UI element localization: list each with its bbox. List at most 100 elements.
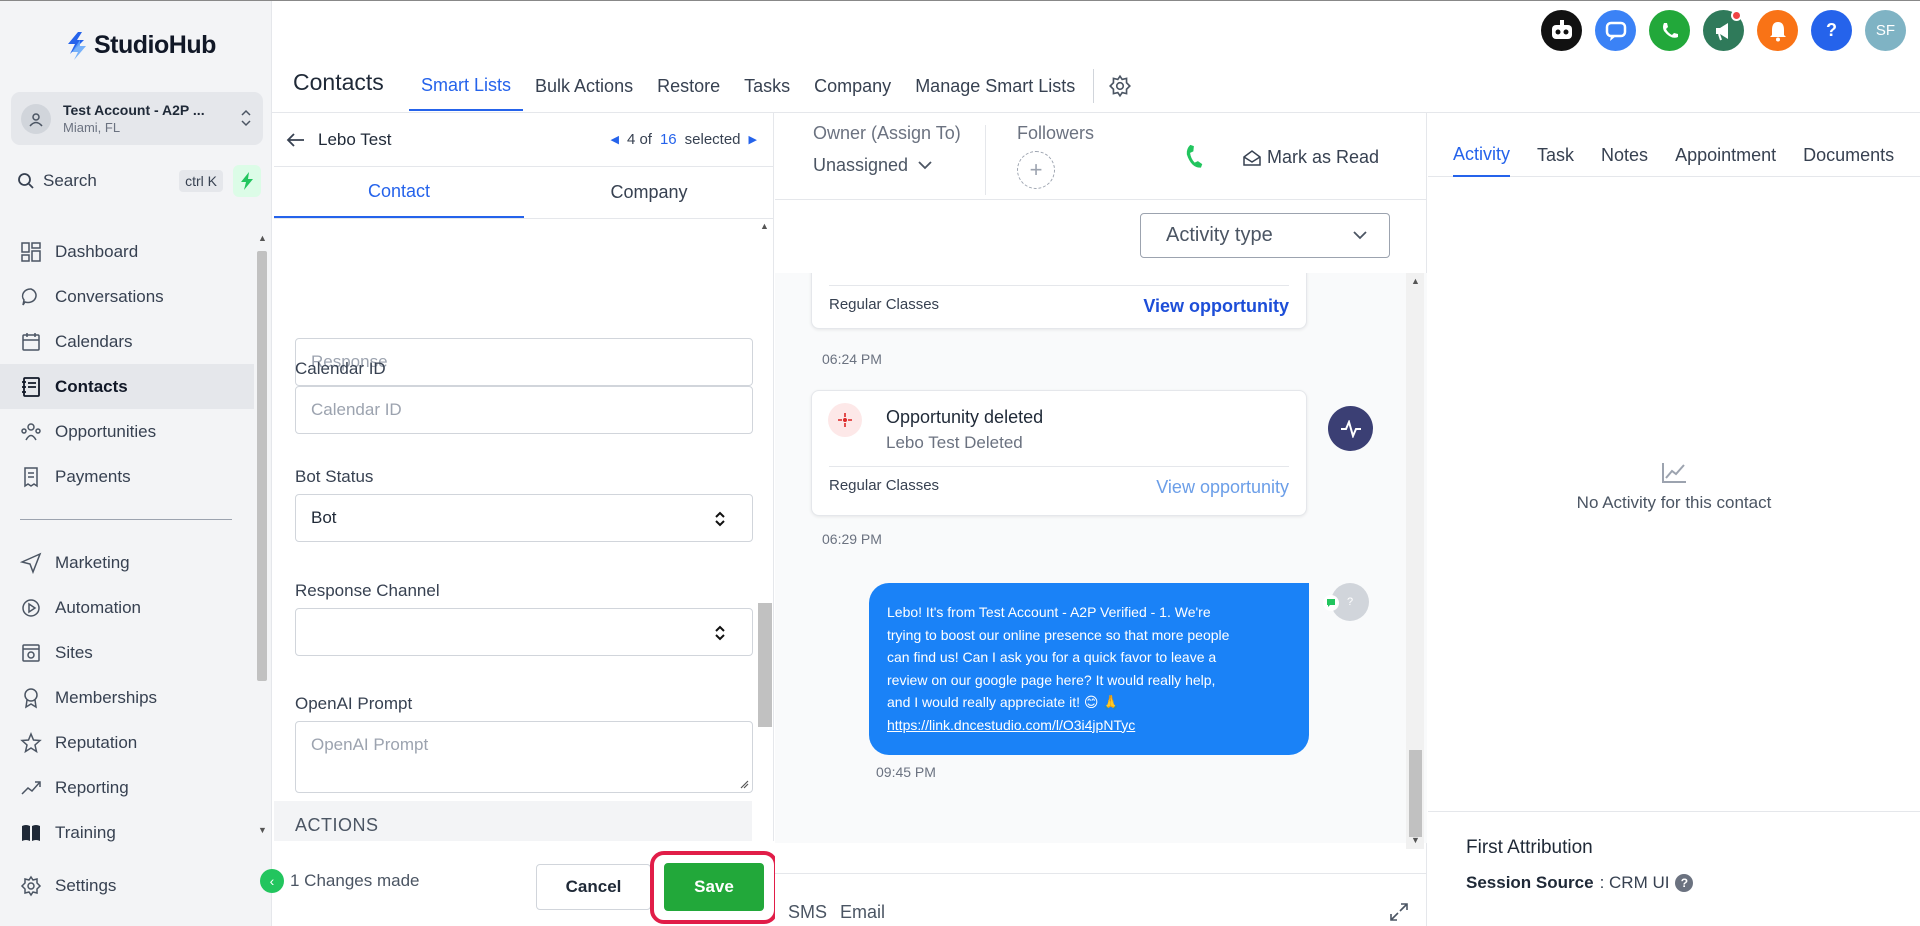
card-title: Opportunity deleted <box>886 407 1044 427</box>
sidebar-item-calendars[interactable]: Calendars <box>0 319 254 364</box>
tab-activity[interactable]: Activity <box>1453 133 1511 177</box>
account-switcher[interactable]: Test Account - A2P ... Miami, FL <box>11 92 263 145</box>
save-button[interactable]: Save <box>664 863 764 911</box>
header-separator <box>985 125 986 195</box>
quick-actions-button[interactable] <box>233 165 261 197</box>
scroll-up-arrow-icon[interactable]: ▲ <box>258 233 267 243</box>
response-channel-select[interactable] <box>295 608 753 656</box>
changes-text: 1 Changes made <box>290 871 420 890</box>
opportunity-card: Regular Classes View opportunity <box>811 273 1307 329</box>
search-button[interactable]: Search ctrl K <box>11 164 229 198</box>
sidebar-item-automation[interactable]: Automation <box>0 585 254 630</box>
pager-next-icon[interactable]: ▶ <box>749 133 757 146</box>
bell-icon[interactable] <box>1757 10 1798 51</box>
tab-appointment[interactable]: Appointment <box>1675 133 1776 177</box>
sidebar-item-label: Dashboard <box>55 241 139 261</box>
form-scrollbar[interactable]: ▲ <box>754 219 774 839</box>
collapse-chevron-icon[interactable]: ‹ <box>260 869 284 893</box>
tab-notes[interactable]: Notes <box>1601 133 1648 177</box>
tab-company[interactable]: Company <box>802 61 903 111</box>
owner-select[interactable]: Unassigned <box>813 155 932 176</box>
owner-label: Owner (Assign To) <box>813 123 961 143</box>
tab-company-details[interactable]: Company <box>524 167 774 218</box>
bot-status-select[interactable]: Bot <box>295 494 753 542</box>
right-tabs: Activity Task Notes Appointment Document… <box>1428 133 1920 177</box>
brand-logo-icon <box>68 31 86 60</box>
session-source-value: : CRM UI <box>1599 873 1670 892</box>
search-label: Search <box>43 171 97 190</box>
sidebar-scrollbar[interactable]: ▲ ▼ <box>254 231 270 841</box>
message-link[interactable]: https://link.dncestudio.com/l/O3i4jpNTyc <box>887 714 1291 737</box>
sidebar-item-dashboard[interactable]: Dashboard <box>0 229 254 274</box>
scroll-down-arrow-icon[interactable]: ▼ <box>1411 835 1420 845</box>
tab-restore[interactable]: Restore <box>645 61 732 111</box>
calendar-id-field[interactable]: Calendar ID <box>295 386 753 434</box>
sidebar-item-sites[interactable]: Sites <box>0 630 254 675</box>
compose-bar: SMS Email <box>775 873 1427 926</box>
sidebar-nav-primary: Dashboard Conversations Calendars Contac… <box>0 229 254 499</box>
activity-type-select[interactable]: Activity type <box>1140 213 1390 258</box>
sidebar-item-conversations[interactable]: Conversations <box>0 274 254 319</box>
card-subtitle: Lebo Test Deleted <box>886 433 1023 452</box>
view-opportunity-link[interactable]: View opportunity <box>1143 296 1289 317</box>
tab-documents[interactable]: Documents <box>1803 133 1894 177</box>
tab-bulk-actions[interactable]: Bulk Actions <box>523 61 645 111</box>
megaphone-icon[interactable] <box>1703 10 1744 51</box>
sidebar-item-label: Training <box>55 822 116 842</box>
pager-prev-icon[interactable]: ◀ <box>610 133 618 146</box>
sidebar-scroll-thumb[interactable] <box>257 251 267 681</box>
sidebar-item-marketing[interactable]: Marketing <box>0 540 254 585</box>
scroll-up-arrow-icon[interactable]: ▲ <box>760 221 769 231</box>
chevron-updown-icon <box>241 109 251 127</box>
phone-icon[interactable] <box>1649 10 1690 51</box>
help-icon[interactable]: ? <box>1675 874 1694 892</box>
mark-as-read-button[interactable]: Mark as Read <box>1243 147 1379 168</box>
feed-scrollbar[interactable]: ▲ ▼ <box>1406 273 1424 849</box>
sidebar: StudioHub Test Account - A2P ... Miami, … <box>0 1 272 926</box>
help-icon[interactable]: ? <box>1811 10 1852 51</box>
brand-logo[interactable]: StudioHub <box>66 31 216 60</box>
scroll-up-arrow-icon[interactable]: ▲ <box>1411 276 1420 286</box>
back-arrow-icon[interactable] <box>286 132 306 148</box>
tab-manage-smart-lists[interactable]: Manage Smart Lists <box>903 61 1087 111</box>
form-scroll-thumb[interactable] <box>758 603 772 727</box>
sidebar-item-training[interactable]: Training <box>0 810 254 855</box>
expand-icon[interactable] <box>1389 902 1409 922</box>
calendar-icon <box>22 332 40 351</box>
user-avatar[interactable]: SF <box>1865 10 1906 51</box>
sidebar-item-settings[interactable]: Settings <box>0 863 254 908</box>
sidebar-item-opportunities[interactable]: Opportunities <box>0 409 254 454</box>
conversation-pane: Owner (Assign To) Unassigned Followers +… <box>775 113 1427 926</box>
empty-activity-text: No Activity for this contact <box>1576 493 1772 512</box>
form-footer: ‹ 1 Changes made Cancel Save <box>260 841 778 926</box>
tab-smart-lists[interactable]: Smart Lists <box>409 61 524 111</box>
sidebar-item-memberships[interactable]: Memberships <box>0 675 254 720</box>
chat-bubble-icon[interactable] <box>1595 10 1636 51</box>
sidebar-item-contacts[interactable]: Contacts <box>0 364 254 409</box>
settings-gear-button[interactable] <box>1108 74 1132 98</box>
cancel-button[interactable]: Cancel <box>536 864 651 910</box>
contact-name: Lebo Test <box>318 129 392 149</box>
outgoing-message: Lebo! It's from Test Account - A2P Verif… <box>869 583 1309 755</box>
sidebar-item-reputation[interactable]: Reputation <box>0 720 254 765</box>
select-arrows-icon <box>715 511 725 527</box>
sidebar-item-label: Memberships <box>55 687 158 707</box>
sidebar-item-reporting[interactable]: Reporting <box>0 765 254 810</box>
openai-prompt-textarea[interactable]: OpenAI Prompt <box>295 721 753 793</box>
resize-handle-icon[interactable] <box>739 779 749 789</box>
tab-contact[interactable]: Contact <box>274 167 524 218</box>
contact-pager: ◀ 4 of 16 selected ▶ <box>610 131 757 148</box>
feed-scroll-thumb[interactable] <box>1409 750 1422 837</box>
sidebar-item-payments[interactable]: Payments <box>0 454 254 499</box>
pager-total[interactable]: 16 <box>660 131 677 148</box>
bot-icon[interactable] <box>1541 10 1582 51</box>
scroll-down-arrow-icon[interactable]: ▼ <box>258 825 267 835</box>
call-button[interactable] <box>1180 143 1208 176</box>
view-opportunity-link[interactable]: View opportunity <box>1156 477 1289 498</box>
tab-tasks[interactable]: Tasks <box>732 61 802 111</box>
compose-tab-email[interactable]: Email <box>840 902 885 923</box>
compose-tab-sms[interactable]: SMS <box>788 902 827 923</box>
tab-task[interactable]: Task <box>1537 133 1574 177</box>
opportunity-deleted-card: Opportunity deleted Lebo Test Deleted Re… <box>811 390 1307 516</box>
add-follower-button[interactable]: + <box>1017 151 1055 189</box>
